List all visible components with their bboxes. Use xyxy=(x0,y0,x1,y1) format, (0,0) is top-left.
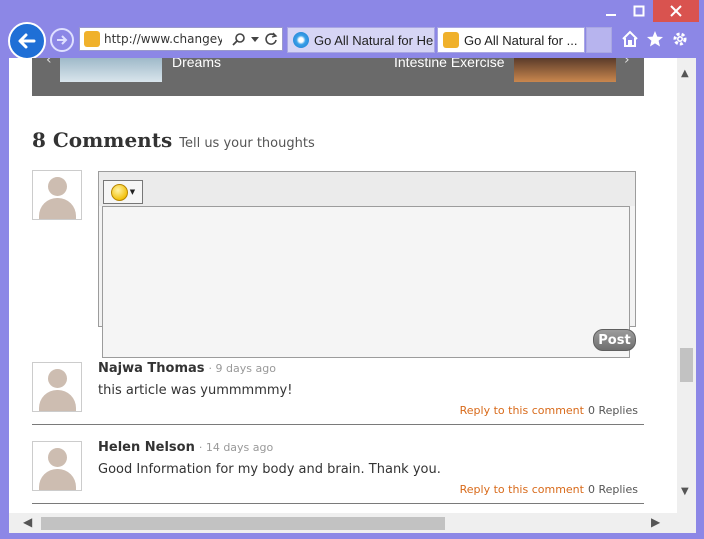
tab-label: Go All Natural for He... xyxy=(314,32,435,48)
new-tab-button[interactable] xyxy=(586,27,612,53)
comments-count: 8 Comments xyxy=(32,128,173,152)
comment-item: Helen Nelson · 14 days ago Good Informati… xyxy=(32,440,644,510)
dropdown-icon[interactable] xyxy=(251,35,259,43)
caret-down-icon: ▼ xyxy=(129,188,136,196)
smiley-icon xyxy=(110,183,128,201)
avatar xyxy=(32,441,82,491)
site-favicon-icon xyxy=(84,31,100,47)
comments-subtitle: Tell us your thoughts xyxy=(179,136,315,151)
related-posts-strip: ‹ Dreams Intestine Exercise › xyxy=(32,58,644,96)
tab-label: Go All Natural for ... xyxy=(464,32,578,48)
maximize-icon xyxy=(633,5,645,17)
minimize-button[interactable] xyxy=(596,0,626,22)
site-favicon-icon xyxy=(443,32,459,48)
scroll-up-icon[interactable]: ▲ xyxy=(681,68,689,79)
related-title[interactable]: Dreams xyxy=(172,58,221,70)
gear-icon[interactable] xyxy=(671,30,689,48)
ie-icon xyxy=(293,32,309,48)
divider xyxy=(32,424,644,425)
related-thumbnail[interactable] xyxy=(514,58,616,82)
browser-toolbar: http://www.changey... Go All Natural for… xyxy=(0,22,704,60)
address-bar[interactable]: http://www.changey... xyxy=(79,27,283,51)
comment-time: · 9 days ago xyxy=(208,362,276,375)
reply-link[interactable]: Reply to this comment xyxy=(460,404,584,417)
arrow-right-icon xyxy=(57,35,68,45)
replies-count: 0 Replies xyxy=(587,404,638,417)
address-text: http://www.changey... xyxy=(104,32,222,46)
forward-button[interactable] xyxy=(50,28,74,52)
next-arrow-icon[interactable]: › xyxy=(624,58,630,68)
post-button[interactable]: Post xyxy=(593,329,636,351)
comment-author[interactable]: Najwa Thomas xyxy=(98,361,205,376)
emoji-picker-button[interactable]: ▼ xyxy=(103,180,143,204)
comment-time: · 14 days ago xyxy=(198,441,274,454)
close-window-button[interactable] xyxy=(653,0,699,22)
tab-go-all-natural-1[interactable]: Go All Natural for He... xyxy=(287,27,435,53)
favorites-star-icon[interactable] xyxy=(646,30,664,48)
prev-arrow-icon[interactable]: ‹ xyxy=(46,58,52,68)
comment-editor: ▼ xyxy=(98,171,636,358)
search-icon[interactable] xyxy=(232,32,246,46)
horizontal-scrollbar[interactable]: ◀ ▶ xyxy=(9,513,696,533)
maximize-button[interactable] xyxy=(626,0,652,22)
close-icon xyxy=(670,5,682,17)
comment-author[interactable]: Helen Nelson xyxy=(98,440,195,455)
divider xyxy=(32,503,644,504)
tab-go-all-natural-2[interactable]: Go All Natural for ... ✕ xyxy=(437,27,585,53)
vertical-scroll-thumb[interactable] xyxy=(680,348,693,382)
avatar xyxy=(32,170,82,220)
avatar xyxy=(32,362,82,412)
related-title[interactable]: Intestine Exercise xyxy=(394,58,505,70)
page-viewport: ‹ Dreams Intestine Exercise › 8 Comments… xyxy=(9,58,677,513)
home-icon[interactable] xyxy=(621,30,639,48)
reply-link[interactable]: Reply to this comment xyxy=(460,483,584,496)
back-button[interactable] xyxy=(8,22,46,60)
editor-toolbar: ▼ xyxy=(99,172,635,206)
arrow-left-icon xyxy=(18,33,36,49)
vertical-scrollbar[interactable]: ▲ ▼ xyxy=(677,58,696,513)
refresh-icon[interactable] xyxy=(264,32,278,46)
scroll-down-icon[interactable]: ▼ xyxy=(681,486,689,497)
comment-text: this article was yummmmmy! xyxy=(98,383,293,398)
scroll-right-icon[interactable]: ▶ xyxy=(651,515,660,529)
comment-textarea[interactable] xyxy=(102,206,630,358)
comment-text: Good Information for my body and brain. … xyxy=(98,462,441,477)
horizontal-scroll-thumb[interactable] xyxy=(41,517,445,530)
related-thumbnail[interactable] xyxy=(60,58,162,82)
comments-header: 8 Comments Tell us your thoughts xyxy=(32,128,315,152)
comment-item: Najwa Thomas · 9 days ago this article wa… xyxy=(32,361,644,431)
replies-count: 0 Replies xyxy=(587,483,638,496)
minimize-icon xyxy=(606,14,616,16)
scroll-left-icon[interactable]: ◀ xyxy=(23,515,32,529)
